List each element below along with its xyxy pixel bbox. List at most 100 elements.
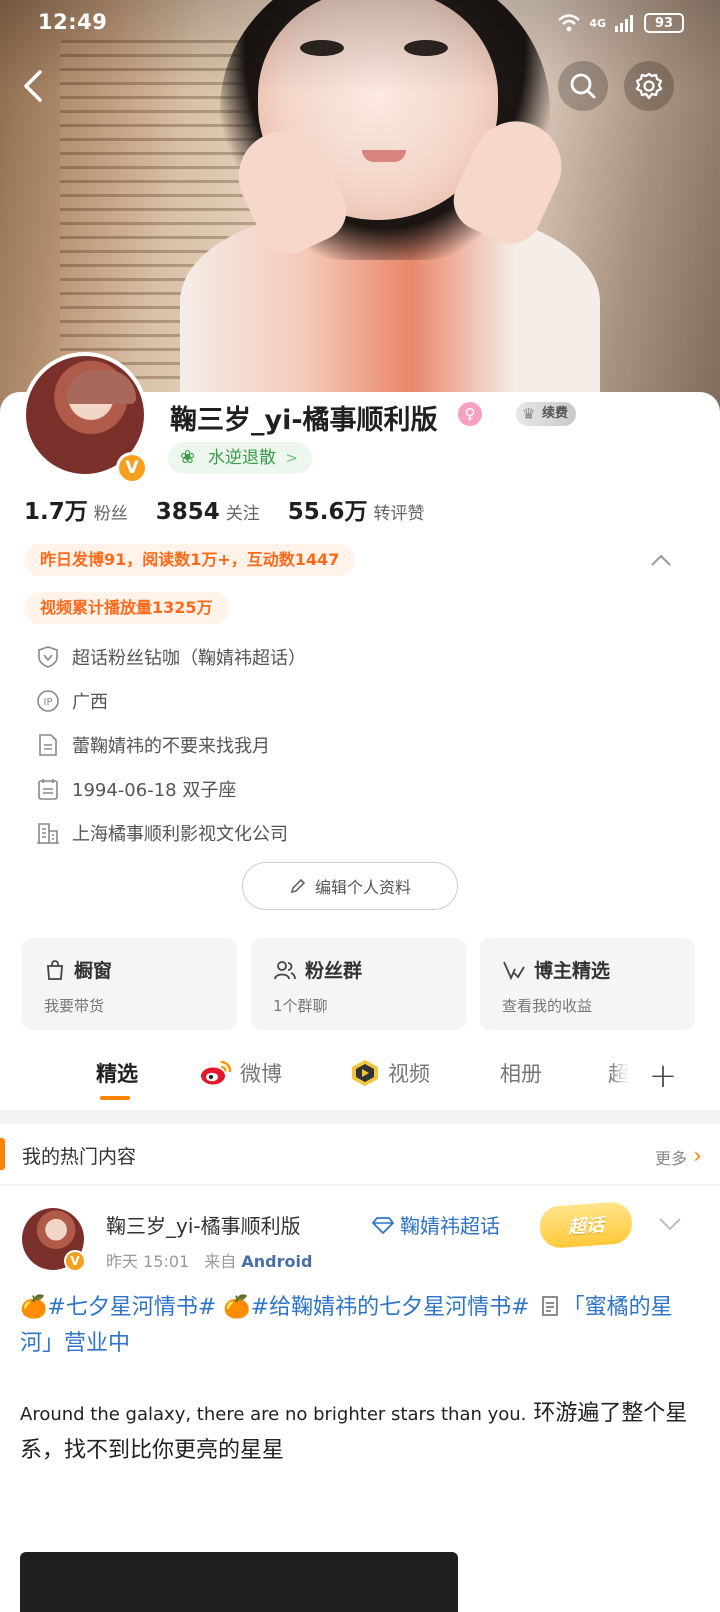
feature-tiles: 橱窗 我要带货 粉丝群 1个群聊 博主精选 查看我的收益 [22, 938, 695, 1030]
post-topic-link[interactable]: 鞠婧祎超话 [372, 1210, 500, 1239]
hot-content-title: 我的热门内容 [22, 1146, 137, 1168]
tile-creator-picks[interactable]: 博主精选 查看我的收益 [480, 938, 695, 1030]
status-icons: 4G 93 [557, 13, 684, 33]
post-source-prefix: 来自 [204, 1252, 237, 1271]
tile-fan-group[interactable]: 粉丝群 1个群聊 [251, 938, 466, 1030]
supertopic-badge[interactable]: 超话 [538, 1200, 634, 1250]
chevron-up-icon[interactable] [650, 548, 672, 573]
tab-label: 视频 [388, 1062, 430, 1086]
tab-album[interactable]: 相册 [500, 1058, 542, 1088]
info-row-ip: IP 广西 [36, 686, 108, 716]
tile-subtitle: 我要带货 [44, 997, 105, 1015]
hashtag-link[interactable]: #七夕星河情书# [47, 1295, 216, 1320]
stat-label: 关注 [225, 504, 260, 524]
hot-content-header: 我的热门内容 更多 › [0, 1136, 720, 1176]
rank-badge[interactable]: ❀ 水逆退散 > [168, 442, 312, 474]
tab-label: 精选 [96, 1062, 138, 1086]
edit-profile-label: 编辑个人资料 [314, 878, 411, 897]
section-accent-bar [0, 1138, 5, 1170]
tab-label: 微博 [240, 1062, 282, 1086]
gender-symbol: ♀ [464, 405, 476, 423]
info-text: 超话粉丝钻咖（鞠婧祎超话） [72, 648, 306, 669]
hashtag-link[interactable]: #给鞠婧祎的七夕星河情书# [251, 1295, 530, 1320]
info-text: 蕾鞠婧祎的不要来找我月 [72, 736, 270, 757]
v-check-icon [503, 961, 525, 980]
lotus-icon: ❀ [180, 447, 196, 468]
post-meta: 昨天 15:01 来自 Android [106, 1248, 312, 1272]
stat-label: 粉丝 [93, 504, 128, 524]
status-time: 12:49 [38, 10, 108, 34]
chevron-right-icon: > [285, 449, 298, 467]
add-tab-button[interactable]: + [628, 1048, 698, 1104]
tab-featured[interactable]: 精选 [96, 1058, 138, 1088]
gear-icon [635, 72, 663, 100]
shield-icon [36, 645, 60, 669]
stat-following[interactable]: 3854 关注 [156, 499, 260, 525]
plus-icon: + [648, 1056, 678, 1096]
active-tab-indicator [100, 1096, 130, 1100]
tab-label: 超 [608, 1062, 629, 1086]
tile-title: 博主精选 [534, 960, 611, 982]
yesterday-stats-pill[interactable]: 昨日发博91，阅读数1万+，互动数1447 [24, 544, 356, 576]
info-row-company: 上海橘事顺利影视文化公司 [36, 818, 288, 848]
avatar-cap [66, 370, 136, 404]
post-source: Android [241, 1252, 313, 1271]
tile-subtitle: 查看我的收益 [502, 997, 593, 1015]
post-verified-badge: V [64, 1250, 86, 1272]
document-icon [36, 733, 60, 757]
info-text: 1994-06-18 双子座 [72, 780, 237, 801]
tile-showcase[interactable]: 橱窗 我要带货 [22, 938, 237, 1030]
info-text: 上海橘事顺利影视文化公司 [72, 824, 288, 845]
more-link[interactable]: 更多 › [655, 1144, 702, 1169]
tab-video[interactable]: 视频 [350, 1058, 430, 1088]
chevron-right-icon: › [693, 1144, 702, 1169]
stat-followers[interactable]: 1.7万 粉丝 [24, 492, 128, 526]
pencil-icon [290, 878, 306, 894]
battery-level: 93 [654, 15, 674, 31]
rank-label: 水逆退散 [208, 448, 276, 468]
section-divider [0, 1110, 720, 1124]
group-icon [274, 960, 296, 979]
video-icon [352, 1060, 378, 1086]
hot-header-divider [0, 1184, 720, 1186]
stat-label: 转评赞 [373, 504, 425, 524]
stat-value: 55.6万 [287, 499, 368, 525]
tab-weibo[interactable]: 微博 [200, 1058, 282, 1088]
calendar-icon [36, 777, 60, 801]
stat-likes[interactable]: 55.6万 转评赞 [288, 492, 425, 526]
tab-label: 相册 [500, 1062, 542, 1086]
gem-icon [372, 1216, 394, 1234]
edit-profile-button[interactable]: 编辑个人资料 [242, 862, 458, 910]
more-label: 更多 [655, 1148, 688, 1168]
post-author-name[interactable]: 鞠三岁_yi-橘事顺利版 [106, 1210, 301, 1239]
settings-button[interactable] [624, 61, 674, 111]
post-topic-label: 鞠婧祎超话 [400, 1214, 500, 1238]
tab-supertopic[interactable]: 超 [608, 1058, 629, 1088]
tile-title: 粉丝群 [305, 960, 363, 982]
signal-icon [615, 15, 633, 32]
svg-text:IP: IP [44, 697, 53, 708]
search-button[interactable] [558, 61, 608, 111]
post-body: Around the galaxy, there are no brighter… [20, 1396, 692, 1469]
info-row-bio: 蕾鞠婧祎的不要来找我月 [36, 730, 270, 760]
post-topics-line: 🍊#七夕星河情书# 🍊#给鞠婧祎的七夕星河情书# 「蜜橘的星河」营业中 [20, 1290, 692, 1362]
wifi-icon [558, 14, 581, 32]
profile-stats: 1.7万 粉丝 3854 关注 55.6万 转评赞 [24, 492, 453, 526]
video-plays-pill[interactable]: 视频累计播放量1325万 [24, 592, 229, 624]
verified-mark: V [70, 1254, 80, 1268]
post-menu-button[interactable] [658, 1212, 682, 1236]
post-media-preview[interactable] [20, 1552, 458, 1612]
orange-emoji: 🍊 [20, 1295, 48, 1320]
post-english-text: Around the galaxy, there are no brighter… [20, 1404, 527, 1425]
document-icon [541, 1296, 558, 1316]
info-row-fan-title[interactable]: 超话粉丝钻咖（鞠婧祎超话） [36, 642, 306, 672]
verified-mark: V [125, 458, 139, 478]
back-button[interactable] [8, 61, 58, 111]
building-icon [36, 821, 60, 845]
vip-renew-badge[interactable]: 续费 [516, 402, 577, 426]
tile-subtitle: 1个群聊 [273, 997, 328, 1015]
back-arrow-icon [24, 70, 42, 102]
orange-emoji: 🍊 [223, 1295, 251, 1320]
weibo-icon [201, 1060, 232, 1085]
search-icon [570, 73, 596, 99]
